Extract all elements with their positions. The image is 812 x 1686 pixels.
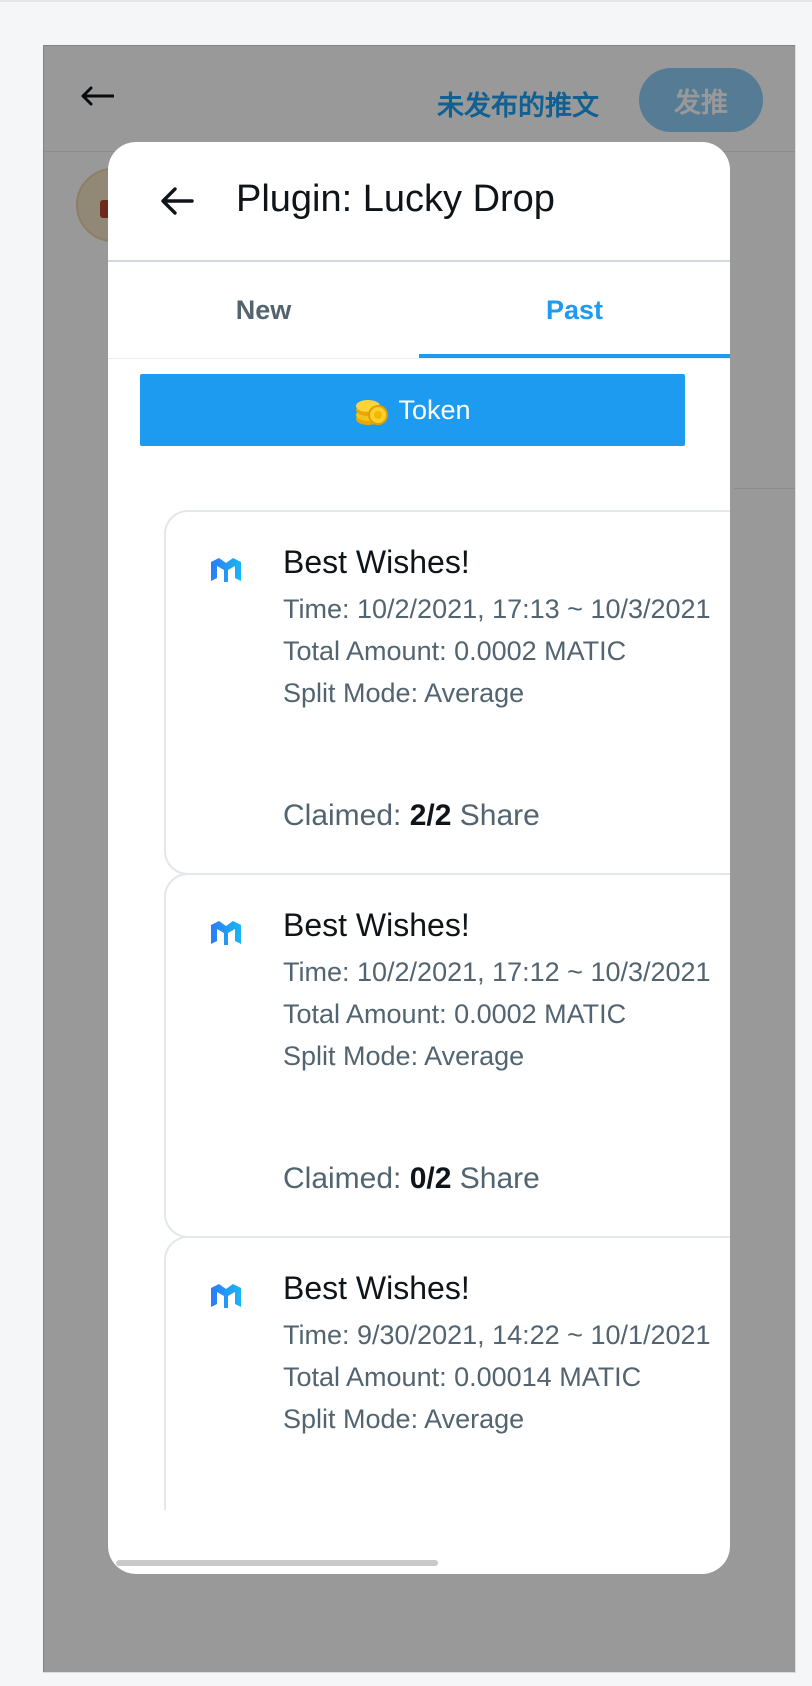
lucky-drop-dialog: Plugin: Lucky Drop New Past Token Best W… xyxy=(108,142,730,1574)
dialog-header: Plugin: Lucky Drop xyxy=(108,142,730,262)
tab-past[interactable]: Past xyxy=(419,262,730,358)
polygon-matic-icon xyxy=(211,921,241,945)
drop-time: Time: 9/30/2021, 14:22 ~ 10/1/2021 xyxy=(283,1320,711,1350)
drop-title: Best Wishes! xyxy=(283,907,470,943)
share-label: Share xyxy=(459,799,540,832)
list-item[interactable]: Best Wishes! Time: 10/2/2021, 17:13 ~ 10… xyxy=(164,510,730,875)
drop-split-mode: Split Mode: Average xyxy=(283,1404,525,1434)
back-arrow-icon[interactable] xyxy=(160,186,194,216)
horizontal-scrollbar[interactable] xyxy=(116,1560,438,1566)
token-button[interactable]: Token xyxy=(140,374,685,446)
dialog-title: Plugin: Lucky Drop xyxy=(236,178,555,220)
drop-title: Best Wishes! xyxy=(283,544,470,580)
tab-new[interactable]: New xyxy=(108,262,419,358)
drop-title: Best Wishes! xyxy=(283,1270,470,1306)
list-item[interactable]: Best Wishes! Time: 10/2/2021, 17:12 ~ 10… xyxy=(164,873,730,1238)
drop-claimed: Claimed: 0/2 Share xyxy=(283,1162,540,1196)
drop-history-list: Best Wishes! Time: 10/2/2021, 17:13 ~ 10… xyxy=(164,510,730,1510)
claimed-value: 0/2 xyxy=(409,1162,452,1195)
drop-split-mode: Split Mode: Average xyxy=(283,678,525,708)
drop-time: Time: 10/2/2021, 17:12 ~ 10/3/2021 xyxy=(283,957,711,987)
tab-bar: New Past xyxy=(108,262,730,359)
active-tab-indicator xyxy=(419,354,730,358)
drop-total-amount: Total Amount: 0.00014 MATIC xyxy=(283,1362,642,1392)
top-border xyxy=(0,0,812,2)
polygon-matic-icon xyxy=(211,558,241,582)
claimed-value: 2/2 xyxy=(409,799,452,832)
drop-time: Time: 10/2/2021, 17:13 ~ 10/3/2021 xyxy=(283,594,711,624)
claimed-label: Claimed: xyxy=(283,799,402,832)
claimed-label: Claimed: xyxy=(283,1162,402,1195)
list-item[interactable]: Best Wishes! Time: 9/30/2021, 14:22 ~ 10… xyxy=(164,1236,730,1510)
drop-split-mode: Split Mode: Average xyxy=(283,1041,525,1071)
share-label: Share xyxy=(459,1162,540,1195)
token-button-label: Token xyxy=(398,394,471,425)
drop-total-amount: Total Amount: 0.0002 MATIC xyxy=(283,636,627,666)
drop-claimed: Claimed: 2/2 Share xyxy=(283,799,540,833)
coins-icon xyxy=(356,400,389,425)
drop-total-amount: Total Amount: 0.0002 MATIC xyxy=(283,999,627,1029)
polygon-matic-icon xyxy=(211,1284,241,1308)
